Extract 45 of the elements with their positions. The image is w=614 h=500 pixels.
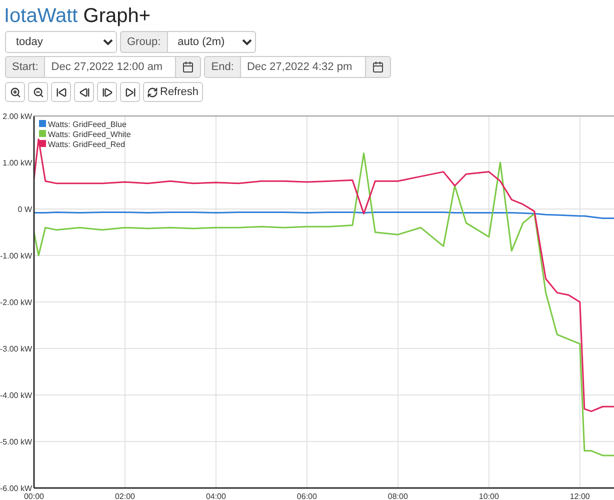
- x-axis-label: 10:00: [478, 492, 499, 500]
- calendar-icon: [182, 60, 194, 73]
- zoom-in-icon: [10, 86, 20, 98]
- y-axis-label: -3.00 kW: [0, 344, 32, 354]
- x-axis-label: 04:00: [206, 492, 226, 500]
- skip-back-icon: [56, 86, 66, 98]
- zoom-out-icon: [32, 86, 44, 98]
- legend-label: Watts: GridFeed_Blue: [48, 120, 126, 129]
- skip-forward-icon: [124, 86, 136, 98]
- x-axis-label: 00:00: [24, 492, 44, 500]
- calendar-button[interactable]: [366, 56, 391, 78]
- x-axis-label: 06:00: [296, 492, 317, 500]
- y-axis-label: -5.00 kW: [0, 437, 32, 446]
- y-axis-label: 1.00 kW: [2, 158, 32, 168]
- period-select[interactable]: today: [5, 30, 117, 53]
- zoom-in-button[interactable]: [5, 82, 25, 102]
- group-select[interactable]: auto (2m): [168, 30, 256, 53]
- zoom-out-button[interactable]: [28, 82, 48, 102]
- x-axis-label: 12:00: [570, 492, 590, 500]
- refresh-icon: [147, 86, 158, 98]
- x-axis-label: 02:00: [114, 492, 135, 500]
- next-button[interactable]: [97, 82, 117, 102]
- calendar-icon: [372, 60, 384, 73]
- last-button[interactable]: [120, 82, 140, 102]
- end-field[interactable]: Dec 27,2022 4:32 pm: [240, 56, 366, 78]
- x-axis-label: 08:00: [388, 492, 408, 500]
- calendar-button[interactable]: [176, 56, 202, 78]
- page-title: IotaWatt Graph+: [4, 4, 152, 28]
- start-label: Start:: [5, 56, 46, 78]
- y-axis-label: -4.00 kW: [0, 390, 32, 400]
- step-forward-icon: [102, 86, 112, 98]
- previous-button[interactable]: [74, 82, 94, 102]
- start-field[interactable]: Dec 27,2022 12:00 am: [45, 56, 176, 78]
- first-button[interactable]: [51, 82, 71, 102]
- y-axis-label: -1.00 kW: [0, 251, 32, 260]
- y-axis-label: 0 W: [18, 204, 32, 214]
- legend-label: Watts: GridFeed_White: [48, 130, 131, 139]
- end-label: End:: [204, 56, 241, 78]
- group-label: Group:: [120, 30, 168, 53]
- y-axis-label: -2.00 kW: [0, 298, 32, 307]
- refresh-button[interactable]: Refresh: [143, 82, 203, 102]
- legend-label: Watts: GridFeed_Red: [48, 140, 126, 149]
- y-axis-label: 2.00 kW: [2, 112, 32, 121]
- step-back-icon: [78, 86, 90, 98]
- y-axis-label: -6.00 kW: [0, 484, 32, 493]
